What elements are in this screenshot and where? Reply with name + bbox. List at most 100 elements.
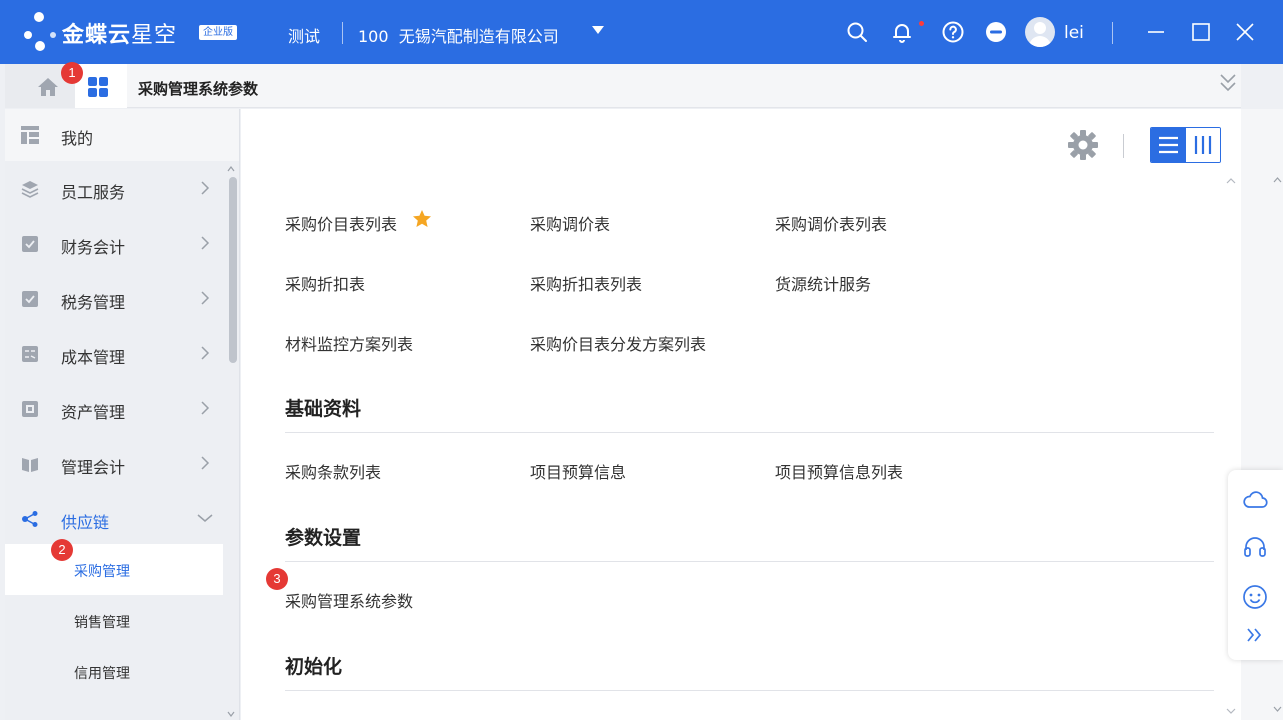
org-name: 无锡汽配制造有限公司 bbox=[398, 27, 559, 46]
sidebar-item-label: 管理会计 bbox=[61, 458, 126, 477]
step-badge-3: 3 bbox=[266, 568, 288, 590]
step-badge-2: 2 bbox=[51, 539, 73, 561]
section-title-init: 初始化 bbox=[285, 656, 343, 678]
link-price-distribution[interactable]: 采购价目表分发方案列表 bbox=[530, 331, 706, 355]
link-project-budget[interactable]: 项目预算信息 bbox=[530, 459, 626, 483]
link-material-monitoring[interactable]: 材料监控方案列表 bbox=[285, 331, 413, 355]
sidebar-item-label: 成本管理 bbox=[61, 348, 126, 367]
sidebar-subitem-label: 销售管理 bbox=[74, 615, 130, 631]
calculator-icon bbox=[22, 346, 38, 362]
org-code: 100 bbox=[358, 27, 389, 46]
layers-icon bbox=[21, 181, 39, 198]
main-content: 采购价目表列表 采购调价表 采购调价表列表 采购折扣表 采购折扣表列表 货源统计… bbox=[241, 109, 1241, 720]
link-purchase-discount[interactable]: 采购折扣表 bbox=[285, 271, 365, 295]
link-purchase-system-params[interactable]: 采购管理系统参数 bbox=[285, 588, 413, 612]
sidebar-item-cost[interactable]: 成本管理 bbox=[5, 326, 223, 381]
search-icon[interactable] bbox=[845, 20, 869, 44]
floating-toolbar bbox=[1228, 470, 1283, 660]
chevron-right-icon bbox=[201, 456, 210, 470]
link-purchase-terms[interactable]: 采购条款列表 bbox=[285, 459, 381, 483]
section-title-params: 参数设置 bbox=[285, 527, 362, 549]
avatar[interactable] bbox=[1025, 17, 1055, 47]
bell-icon[interactable] bbox=[890, 20, 914, 44]
sidebar-item-assets[interactable]: 资产管理 bbox=[5, 381, 223, 436]
more-icon[interactable] bbox=[984, 20, 1008, 44]
cloud-icon[interactable] bbox=[1242, 487, 1268, 513]
star-icon[interactable] bbox=[412, 209, 432, 229]
book-icon bbox=[22, 458, 38, 472]
sidebar-subitem-credit[interactable]: 信用管理 bbox=[5, 646, 223, 697]
tab-bar: 采购管理系统参数 bbox=[5, 64, 1241, 108]
divider bbox=[1112, 22, 1113, 44]
divider bbox=[285, 690, 1214, 691]
brand-name: 金蝶云星空 bbox=[62, 23, 178, 48]
sidebar-item-supply-chain[interactable]: 供应链 bbox=[5, 491, 223, 546]
sidebar-item-management-accounting[interactable]: 管理会计 bbox=[5, 436, 223, 491]
maximize-icon[interactable] bbox=[1190, 21, 1212, 43]
apps-grid-icon bbox=[88, 77, 108, 97]
close-icon[interactable] bbox=[1234, 21, 1256, 43]
asset-icon bbox=[22, 401, 38, 417]
notification-dot bbox=[919, 21, 924, 26]
link-purchase-price-adjustment-list[interactable]: 采购调价表列表 bbox=[775, 211, 887, 235]
step-badge-1: 1 bbox=[61, 62, 83, 84]
link-purchase-discount-list[interactable]: 采购折扣表列表 bbox=[530, 271, 642, 295]
home-icon bbox=[38, 78, 58, 96]
double-chevron-right-icon[interactable] bbox=[1242, 625, 1268, 645]
chevron-down-icon bbox=[197, 514, 213, 522]
top-bar: 金蝶云星空 企业版 测试 100 无锡汽配制造有限公司 lei bbox=[0, 0, 1283, 64]
column-view-button[interactable] bbox=[1186, 128, 1220, 162]
user-icon bbox=[1029, 22, 1051, 47]
list-icon bbox=[1159, 136, 1178, 154]
caret-down-icon[interactable] bbox=[592, 26, 604, 34]
sidebar-item-label: 供应链 bbox=[61, 513, 110, 532]
sidebar-item-employee-service[interactable]: 员工服务 bbox=[5, 161, 223, 216]
tab-active-title[interactable]: 采购管理系统参数 bbox=[138, 78, 258, 99]
sidebar-item-finance[interactable]: 财务会计 bbox=[5, 216, 223, 271]
chevron-right-icon bbox=[201, 401, 210, 415]
link-purchase-price-list[interactable]: 采购价目表列表 bbox=[285, 211, 397, 235]
minimize-icon[interactable] bbox=[1145, 21, 1167, 43]
scroll-down-icon[interactable] bbox=[1225, 705, 1237, 717]
sidebar-item-label: 税务管理 bbox=[61, 293, 126, 312]
sidebar-item-label: 资产管理 bbox=[61, 403, 126, 422]
view-toggle bbox=[1150, 127, 1221, 163]
finance-icon bbox=[22, 236, 38, 252]
sidebar-subitem-label: 信用管理 bbox=[74, 666, 130, 682]
sidebar-item-tax[interactable]: 税务管理 bbox=[5, 271, 223, 326]
organization-selector[interactable]: 100 无锡汽配制造有限公司 bbox=[358, 23, 559, 47]
dashboard-icon bbox=[21, 126, 39, 144]
divider bbox=[342, 22, 343, 44]
chevron-right-icon bbox=[201, 236, 210, 250]
kingdee-logo-icon bbox=[24, 12, 56, 51]
link-source-statistics[interactable]: 货源统计服务 bbox=[775, 271, 871, 295]
link-project-budget-list[interactable]: 项目预算信息列表 bbox=[775, 459, 903, 483]
sidebar: 我的 员工服务 财务会计 税务管理 成本管理 资产管理 管理会计 供应链 采购管… bbox=[5, 109, 240, 720]
sidebar-subitem-purchase[interactable]: 采购管理 bbox=[5, 544, 223, 595]
help-icon[interactable] bbox=[941, 20, 965, 44]
chevron-right-icon bbox=[201, 346, 210, 360]
section-title-basic: 基础资料 bbox=[285, 398, 362, 420]
sidebar-item-label: 财务会计 bbox=[61, 238, 126, 257]
smiley-icon[interactable] bbox=[1242, 584, 1268, 610]
share-icon bbox=[22, 511, 38, 527]
sidebar-subitem-label: 采购管理 bbox=[74, 564, 130, 580]
sidebar-item-mine[interactable]: 我的 bbox=[5, 109, 239, 161]
gear-icon[interactable] bbox=[1067, 129, 1099, 161]
scroll-up-icon[interactable] bbox=[1225, 175, 1237, 187]
list-view-button[interactable] bbox=[1151, 128, 1186, 162]
divider bbox=[1123, 134, 1124, 158]
link-purchase-price-adjustment[interactable]: 采购调价表 bbox=[530, 211, 610, 235]
username[interactable]: lei bbox=[1064, 23, 1084, 43]
sidebar-scroll-thumb[interactable] bbox=[229, 177, 237, 363]
columns-icon bbox=[1194, 136, 1212, 154]
divider bbox=[285, 561, 1214, 562]
sidebar-subitem-sales[interactable]: 销售管理 bbox=[5, 595, 223, 646]
headset-icon[interactable] bbox=[1242, 534, 1268, 560]
environment-label[interactable]: 测试 bbox=[288, 23, 320, 47]
chevron-right-icon bbox=[201, 291, 210, 305]
tax-icon bbox=[22, 291, 38, 307]
chevron-right-icon bbox=[201, 181, 210, 195]
double-chevron-down-icon[interactable] bbox=[1218, 72, 1238, 94]
edition-badge: 企业版 bbox=[199, 25, 237, 40]
